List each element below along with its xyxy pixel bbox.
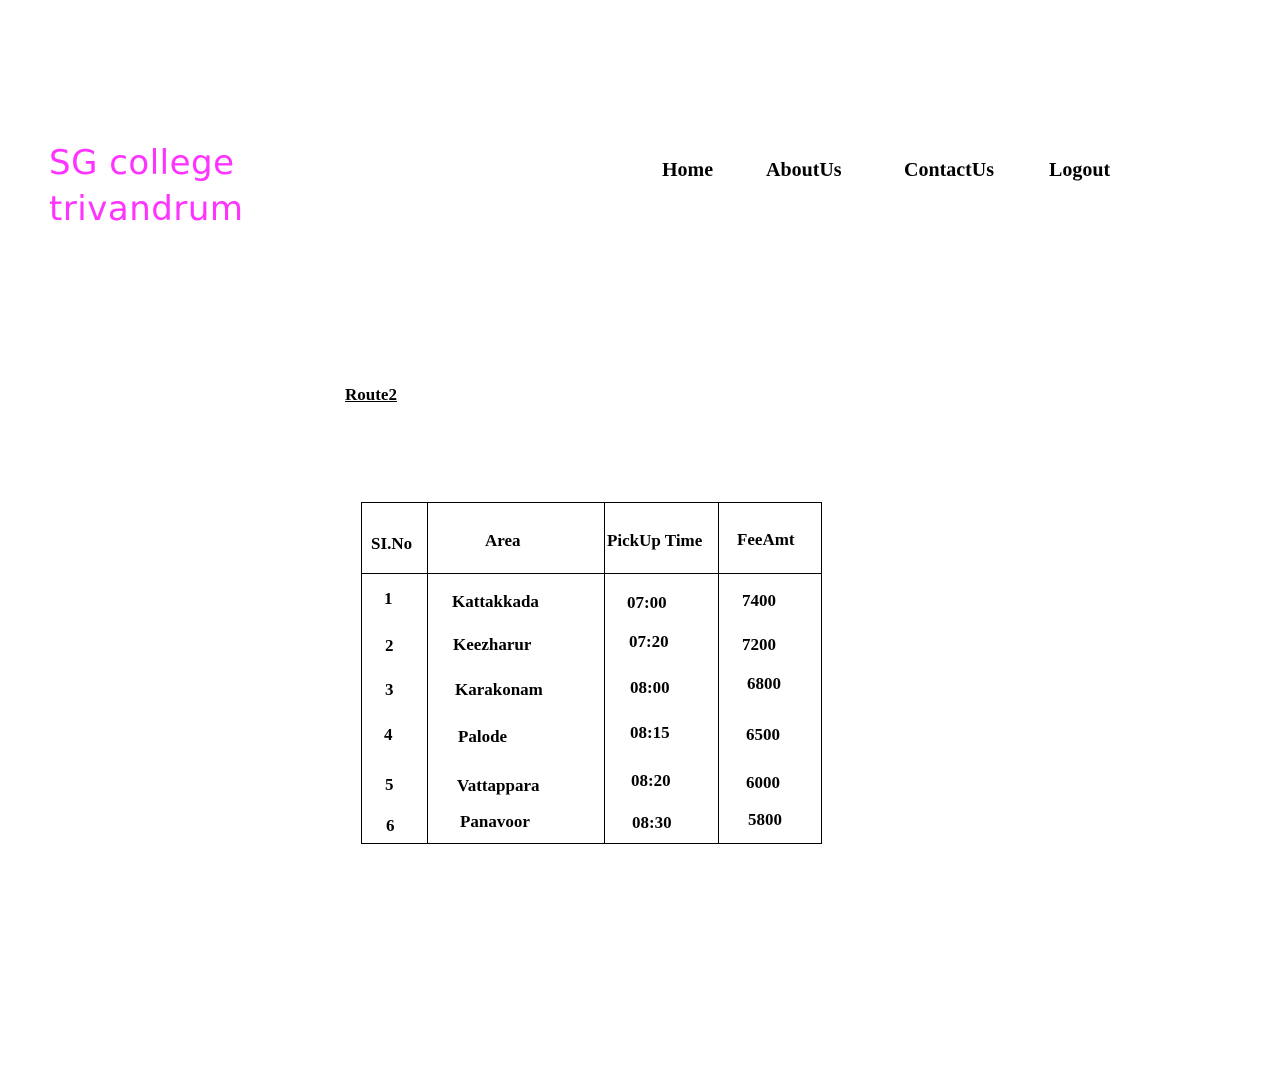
header-feeamt: FeeAmt [737, 530, 795, 549]
row-2-slno: 2 [385, 636, 394, 655]
nav-aboutus-link[interactable]: AboutUs [766, 159, 842, 182]
route-title: Route2 [345, 385, 397, 404]
row-6-slno: 6 [386, 816, 395, 835]
row-3-time: 08:00 [630, 678, 670, 697]
nav-logout-link[interactable]: Logout [1049, 159, 1110, 182]
row-1-fee: 7400 [742, 591, 776, 610]
logo-line-1: SG college [49, 143, 235, 183]
row-5-time: 08:20 [631, 771, 671, 790]
row-6-area: Panavoor [460, 812, 530, 831]
header-slno: SI.No [371, 534, 413, 553]
header-divider [362, 573, 821, 574]
row-1-slno: 1 [384, 589, 393, 608]
nav-contactus-link[interactable]: ContactUs [904, 159, 994, 182]
row-5-fee: 6000 [746, 773, 780, 792]
logo-line-2: trivandrum [49, 189, 244, 229]
row-4-fee: 6500 [746, 725, 780, 744]
row-4-area: Palode [458, 727, 508, 746]
row-3-fee: 6800 [747, 674, 781, 693]
column-divider [718, 503, 719, 843]
row-2-fee: 7200 [742, 635, 776, 654]
row-1-area: Kattakkada [452, 592, 539, 611]
row-3-area: Karakonam [455, 680, 543, 699]
row-1-time: 07:00 [627, 593, 667, 612]
row-5-area: Vattappara [457, 776, 540, 795]
column-divider [427, 503, 428, 843]
route-table: SI.No Area PickUp Time FeeAmt 1 Kattakka… [361, 502, 822, 844]
row-6-time: 08:30 [632, 813, 672, 832]
row-3-slno: 3 [385, 680, 394, 699]
site-logo: SG college trivandrum [49, 140, 244, 232]
row-2-time: 07:20 [629, 632, 669, 651]
column-divider [604, 503, 605, 843]
row-4-time: 08:15 [630, 723, 670, 742]
header-pickup-time: PickUp Time [607, 531, 703, 550]
row-5-slno: 5 [385, 775, 394, 794]
nav-home-link[interactable]: Home [662, 159, 713, 182]
row-6-fee: 5800 [748, 810, 782, 829]
row-2-area: Keezharur [453, 635, 532, 654]
row-4-slno: 4 [384, 725, 393, 744]
header-area: Area [485, 531, 521, 550]
